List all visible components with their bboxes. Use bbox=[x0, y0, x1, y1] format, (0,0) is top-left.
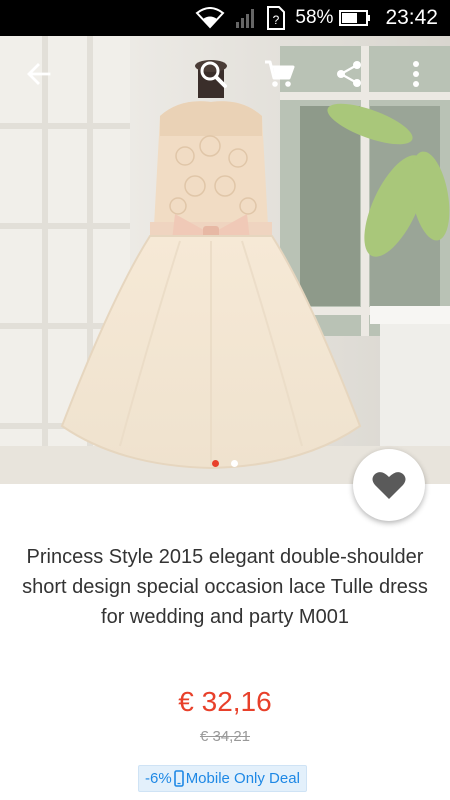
favorite-button[interactable] bbox=[353, 449, 425, 521]
sim-unknown-icon: ? bbox=[267, 6, 286, 30]
search-icon[interactable] bbox=[189, 50, 237, 98]
pager-dot[interactable] bbox=[231, 460, 238, 467]
cart-icon[interactable] bbox=[255, 50, 303, 98]
svg-text:?: ? bbox=[273, 13, 280, 27]
mobile-deal-badge: -6% Mobile Only Deal bbox=[138, 765, 307, 792]
share-icon[interactable] bbox=[325, 50, 373, 98]
wifi-icon bbox=[195, 7, 225, 29]
product-screen: ? 58% 23:42 Princess Style 2015 elegant … bbox=[0, 0, 450, 800]
original-price: € 34,21 bbox=[199, 728, 251, 745]
phone-icon bbox=[173, 770, 184, 787]
battery-percent: 58% bbox=[295, 7, 334, 28]
battery-icon bbox=[339, 9, 371, 27]
signal-icon bbox=[235, 7, 257, 29]
heart-icon bbox=[372, 472, 406, 499]
top-toolbar bbox=[0, 50, 450, 102]
deal-label: Mobile Only Deal bbox=[185, 770, 300, 787]
back-arrow-icon[interactable] bbox=[15, 50, 63, 98]
pager-dot-active[interactable] bbox=[212, 460, 219, 467]
status-bar: ? 58% 23:42 bbox=[0, 0, 450, 36]
clock: 23:42 bbox=[385, 6, 438, 29]
deal-discount: -6% bbox=[145, 770, 172, 787]
product-image[interactable] bbox=[0, 36, 450, 484]
more-vert-icon[interactable] bbox=[392, 50, 440, 98]
product-price: € 32,16 bbox=[178, 686, 272, 717]
product-title: Princess Style 2015 elegant double-shoul… bbox=[22, 546, 428, 628]
